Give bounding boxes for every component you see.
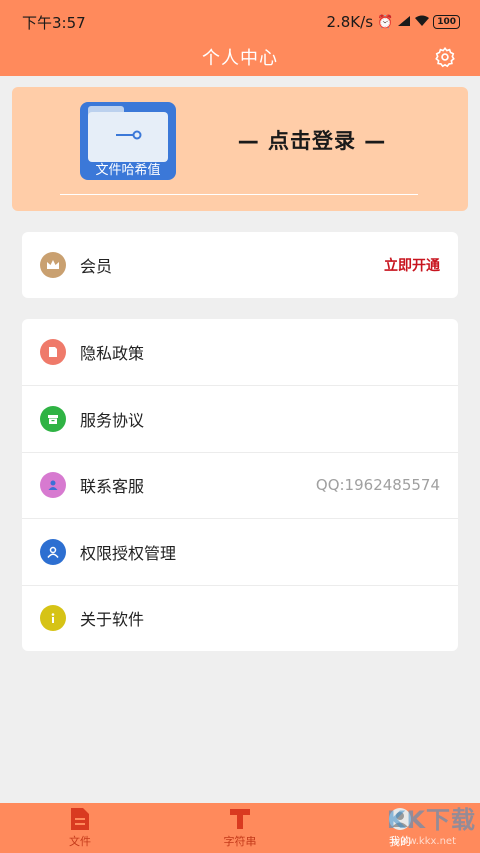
signal-icon <box>397 15 411 30</box>
file-icon <box>68 807 92 831</box>
text-icon <box>228 807 252 831</box>
status-time: 下午3:57 <box>22 13 86 32</box>
member-label: 会员 <box>80 257 113 277</box>
header: 个人中心 <box>0 38 480 76</box>
login-card[interactable]: 文件哈希值 — 点击登录 — <box>12 87 468 211</box>
support-qq: QQ:1962485574 <box>315 476 440 495</box>
tab-strings[interactable]: 字符串 <box>160 803 320 853</box>
archive-icon <box>40 406 66 433</box>
menu-item-permissions[interactable]: 权限授权管理 <box>22 518 458 584</box>
member-card[interactable]: 会员 立即开通 <box>22 232 458 298</box>
user-icon <box>40 538 66 565</box>
key-icon <box>116 130 142 140</box>
settings-button[interactable] <box>432 44 458 70</box>
app-icon-label: 文件哈希值 <box>95 163 161 178</box>
app-logo: 文件哈希值 <box>80 102 176 180</box>
watermark-url: www.kkx.net <box>392 836 456 847</box>
crown-icon <box>40 252 66 279</box>
wifi-icon <box>415 15 430 30</box>
divider <box>60 194 418 195</box>
menu-card: 隐私政策 服务协议 联系客服 QQ:1962485574 权限授权管理 关于软件 <box>22 319 458 651</box>
page-title: 个人中心 <box>202 48 278 69</box>
activate-vip-link[interactable]: 立即开通 <box>384 255 440 275</box>
document-icon <box>40 339 66 366</box>
menu-item-terms[interactable]: 服务协议 <box>22 385 458 451</box>
tab-files[interactable]: 文件 <box>0 803 160 853</box>
gear-icon <box>435 46 455 68</box>
menu-item-label: 服务协议 <box>80 411 145 431</box>
info-icon <box>40 605 66 632</box>
menu-item-support[interactable]: 联系客服 QQ:1962485574 <box>22 451 458 518</box>
menu-item-label: 隐私政策 <box>80 344 145 364</box>
status-icons: 2.8K/s ⏰ 100 <box>326 13 460 31</box>
contact-icon <box>40 472 66 499</box>
menu-item-label: 关于软件 <box>80 610 145 630</box>
menu-item-label: 权限授权管理 <box>80 543 177 563</box>
alarm-icon: ⏰ <box>377 14 394 30</box>
member-row[interactable]: 会员 立即开通 <box>22 232 458 298</box>
watermark: KK下载 <box>386 806 476 834</box>
battery-icon: 100 <box>433 15 460 29</box>
menu-item-privacy[interactable]: 隐私政策 <box>22 319 458 385</box>
tab-label: 字符串 <box>223 835 257 848</box>
login-prompt[interactable]: — 点击登录 — <box>192 125 432 155</box>
menu-item-about[interactable]: 关于软件 <box>22 584 458 651</box>
tab-label: 文件 <box>69 835 91 848</box>
network-speed: 2.8K/s <box>326 13 374 31</box>
menu-item-label: 联系客服 <box>80 477 145 497</box>
